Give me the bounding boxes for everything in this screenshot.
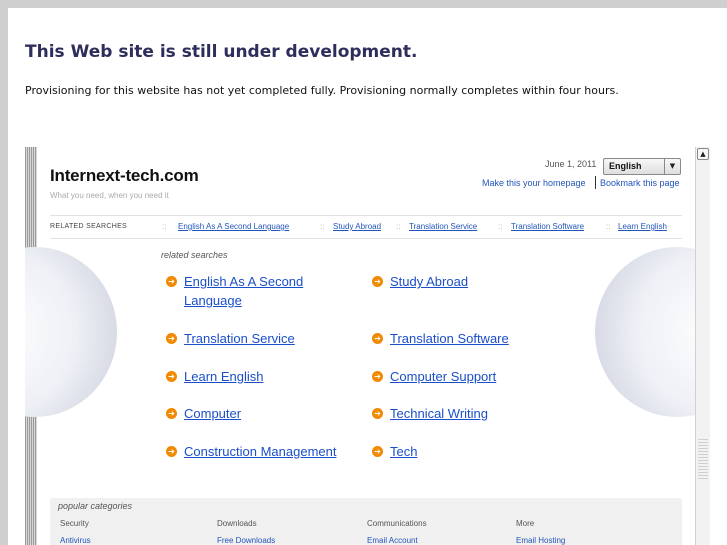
popular-categories-panel: popular categories Security Downloads Co… xyxy=(50,498,682,545)
language-select-value: English xyxy=(609,161,642,171)
category-link[interactable]: Email Hosting xyxy=(516,536,565,545)
related-link[interactable]: Study Abroad xyxy=(333,222,381,231)
circle-arrow-right-icon: ➔ xyxy=(372,446,383,457)
separator: :: xyxy=(606,222,611,231)
circle-arrow-right-icon: ➔ xyxy=(372,333,383,344)
circle-arrow-right-icon: ➔ xyxy=(166,371,177,382)
related-link[interactable]: Learn English xyxy=(618,222,667,231)
search-result-link[interactable]: Computer Support xyxy=(390,367,496,386)
browser-frame-top xyxy=(0,0,727,8)
search-result-item[interactable]: ➔ Learn English xyxy=(166,367,366,386)
related-searches-label: RELATED SEARCHES xyxy=(50,223,128,230)
search-result-link[interactable]: Tech xyxy=(390,442,417,461)
related-link[interactable]: Translation Software xyxy=(511,222,584,231)
link-divider xyxy=(595,176,596,189)
bookmark-link[interactable]: Bookmark this page xyxy=(600,178,680,188)
circle-arrow-right-icon: ➔ xyxy=(166,408,177,419)
search-result-link[interactable]: Translation Service xyxy=(184,329,295,348)
popular-categories-heading: popular categories xyxy=(58,501,133,511)
search-result-item[interactable]: ➔ Translation Service xyxy=(166,329,366,348)
category-heading: More xyxy=(516,519,535,528)
separator: :: xyxy=(162,222,167,231)
search-result-item[interactable]: ➔ Study Abroad xyxy=(372,272,572,291)
triangle-down-icon[interactable]: ▼ xyxy=(664,159,680,174)
search-result-item[interactable]: ➔ Construction Management xyxy=(166,442,366,461)
decorative-orb-left xyxy=(25,247,117,417)
search-result-link[interactable]: Technical Writing xyxy=(390,404,488,423)
search-result-item[interactable]: ➔ Computer Support xyxy=(372,367,572,386)
category-heading: Security xyxy=(60,519,89,528)
parked-site-frame: Internext-tech.com What you need, when y… xyxy=(25,147,710,545)
search-result-item[interactable]: ➔ Tech xyxy=(372,442,572,461)
circle-arrow-right-icon: ➔ xyxy=(372,276,383,287)
category-link[interactable]: Email Account xyxy=(367,536,418,545)
scrollbar-thumb[interactable] xyxy=(698,437,708,479)
site-title: Internext-tech.com xyxy=(50,166,199,185)
related-link[interactable]: English As A Second Language xyxy=(178,222,289,231)
search-result-item[interactable]: ➔ Computer xyxy=(166,404,366,423)
search-result-link[interactable]: Study Abroad xyxy=(390,272,468,291)
related-searches-bar: RELATED SEARCHES :: English As A Second … xyxy=(50,215,682,239)
triangle-up-icon[interactable]: ▲ xyxy=(697,148,709,160)
separator: :: xyxy=(498,222,503,231)
search-result-link[interactable]: English As A Second Language xyxy=(184,272,303,310)
frame-scrollbar[interactable]: ▲ xyxy=(695,147,710,545)
language-select[interactable]: English ▼ xyxy=(603,158,681,175)
category-link[interactable]: Antivirus xyxy=(60,536,91,545)
site-tagline: What you need, when you need it xyxy=(50,191,169,200)
browser-frame-left xyxy=(0,0,8,545)
page-title: This Web site is still under development… xyxy=(25,42,418,62)
make-homepage-link[interactable]: Make this your homepage xyxy=(482,178,586,188)
circle-arrow-right-icon: ➔ xyxy=(372,371,383,382)
search-result-item[interactable]: ➔ Translation Software xyxy=(372,329,572,348)
separator: :: xyxy=(396,222,401,231)
circle-arrow-right-icon: ➔ xyxy=(372,408,383,419)
decorative-orb-right xyxy=(595,247,710,417)
search-result-item[interactable]: ➔ English As A Second Language xyxy=(166,272,366,310)
related-link[interactable]: Translation Service xyxy=(409,222,477,231)
circle-arrow-right-icon: ➔ xyxy=(166,333,177,344)
category-link[interactable]: Free Downloads xyxy=(217,536,275,545)
search-result-link[interactable]: Construction Management xyxy=(184,442,336,461)
date-label: June 1, 2011 xyxy=(545,159,597,169)
search-result-link[interactable]: Learn English xyxy=(184,367,264,386)
search-result-link[interactable]: Translation Software xyxy=(390,329,509,348)
category-heading: Downloads xyxy=(217,519,257,528)
circle-arrow-right-icon: ➔ xyxy=(166,446,177,457)
search-result-link[interactable]: Computer xyxy=(184,404,241,423)
notice-text: Provisioning for this website has not ye… xyxy=(25,84,619,97)
separator: :: xyxy=(320,222,325,231)
search-result-item[interactable]: ➔ Technical Writing xyxy=(372,404,572,423)
related-searches-heading: related searches xyxy=(161,250,228,260)
category-heading: Communications xyxy=(367,519,427,528)
circle-arrow-right-icon: ➔ xyxy=(166,276,177,287)
